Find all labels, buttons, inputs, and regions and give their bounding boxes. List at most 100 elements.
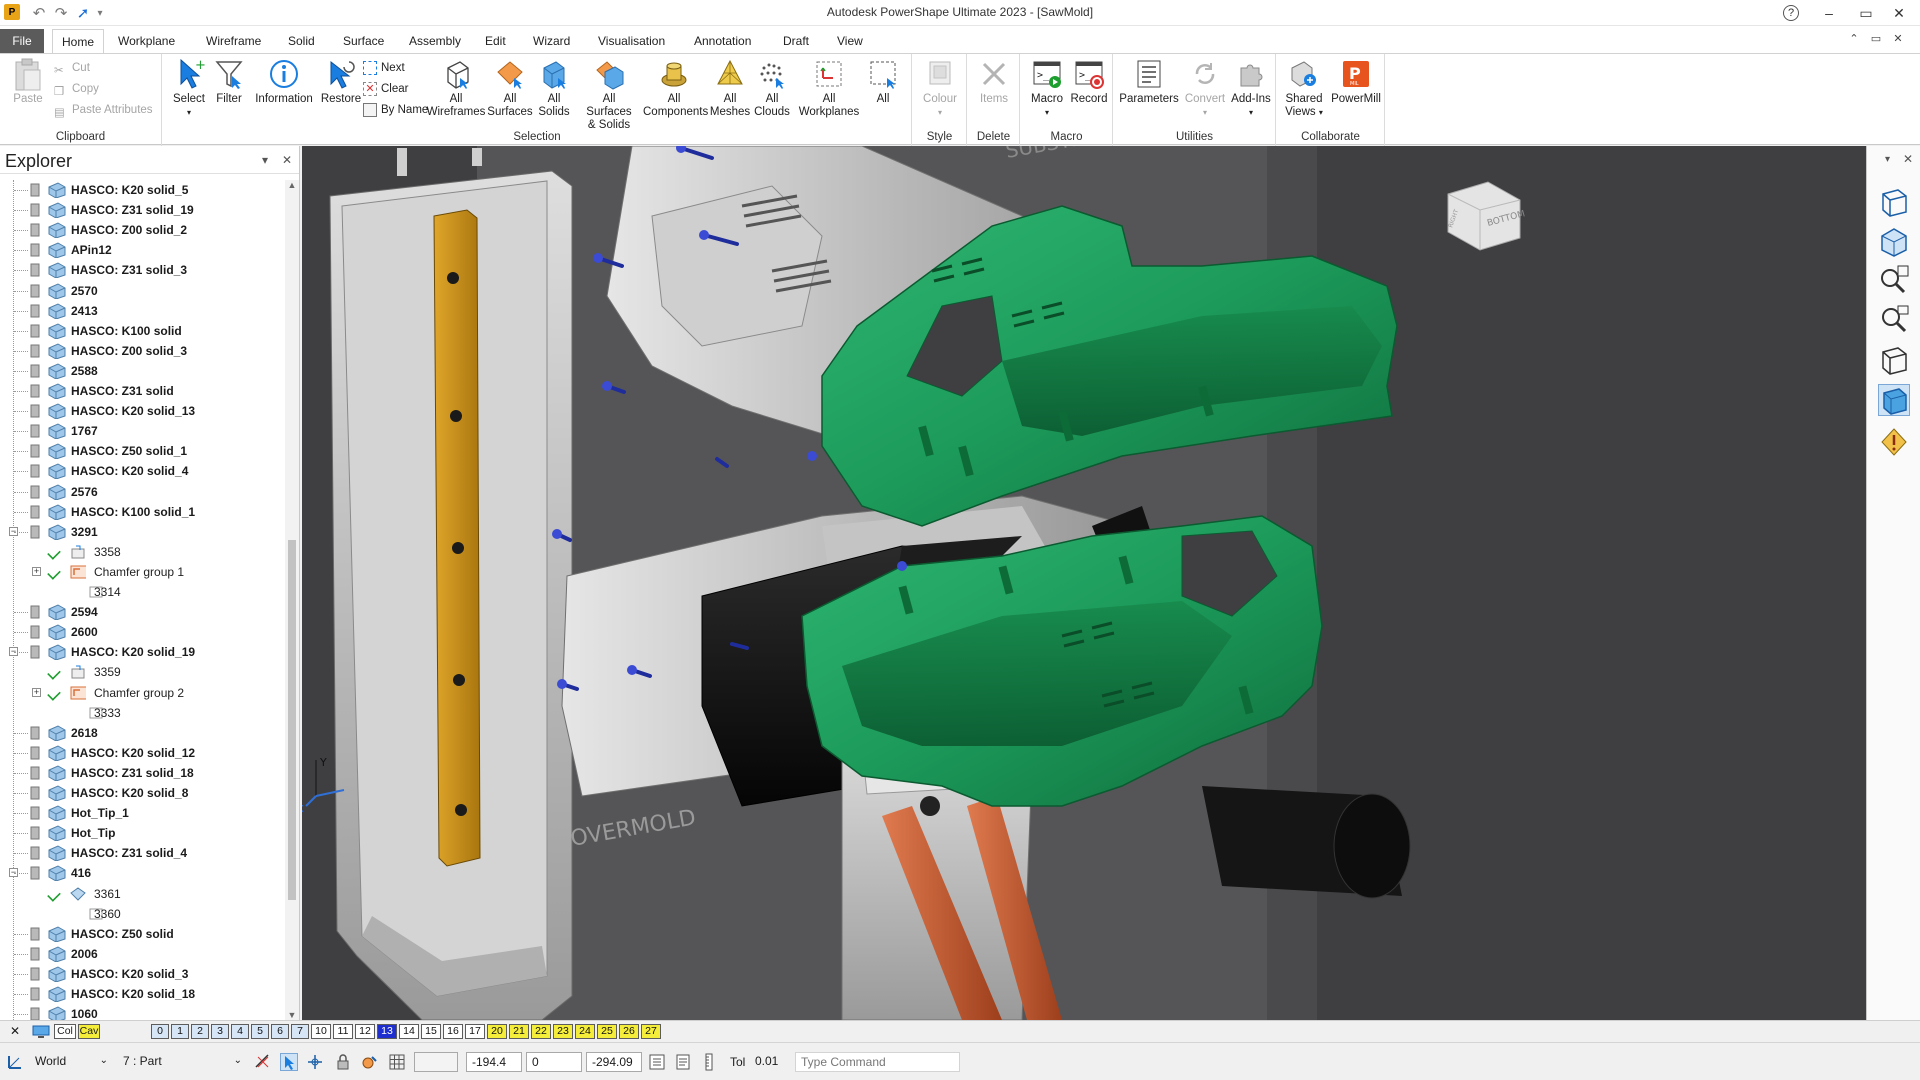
all-surfaces-solids-button[interactable]: All Surfaces & Solids bbox=[579, 58, 639, 132]
tree-row[interactable]: 3333 bbox=[0, 703, 284, 723]
tree-row[interactable]: 3360 bbox=[0, 904, 284, 924]
scroll-down-icon[interactable]: ▼ bbox=[285, 1010, 299, 1020]
level-button[interactable]: 12 bbox=[355, 1024, 375, 1039]
minimize-button[interactable]: – bbox=[1808, 0, 1850, 26]
command-input[interactable]: Type Command bbox=[795, 1052, 960, 1072]
tree-row[interactable]: 1767 bbox=[0, 421, 284, 441]
tree-row[interactable]: −3291 bbox=[0, 522, 284, 542]
position-form-icon[interactable] bbox=[674, 1053, 692, 1071]
tree-row[interactable]: HASCO: K20 solid_5 bbox=[0, 180, 284, 200]
level-button[interactable]: 14 bbox=[399, 1024, 419, 1039]
next-button[interactable]: Next bbox=[363, 58, 405, 78]
model-scene[interactable]: SUBSTRATE bbox=[302, 146, 1866, 1020]
tab-draft[interactable]: Draft bbox=[774, 29, 818, 53]
wireframe-view-icon[interactable] bbox=[1878, 344, 1910, 376]
lock-icon[interactable] bbox=[334, 1053, 352, 1071]
level-button[interactable]: 21 bbox=[509, 1024, 529, 1039]
tree-row[interactable]: HASCO: Z31 solid_19 bbox=[0, 200, 284, 220]
zoom-icon[interactable] bbox=[1878, 304, 1910, 336]
draft-analysis-icon[interactable] bbox=[1878, 426, 1910, 458]
scrollbar-thumb[interactable] bbox=[288, 540, 296, 900]
tree-row[interactable]: + Chamfer group 2 bbox=[0, 683, 284, 703]
information-button[interactable]: Information bbox=[249, 58, 319, 106]
shared-views-button[interactable]: Shared Views ▾ bbox=[1281, 58, 1327, 119]
level-button[interactable]: 4 bbox=[231, 1024, 249, 1039]
app-icon[interactable]: P bbox=[4, 4, 20, 20]
level-button[interactable]: 17 bbox=[465, 1024, 485, 1039]
grid-icon[interactable] bbox=[388, 1053, 406, 1071]
tree-row[interactable]: Hot_Tip bbox=[0, 823, 284, 843]
shaded-view-icon[interactable] bbox=[1878, 226, 1910, 258]
tree-row[interactable]: 2618 bbox=[0, 723, 284, 743]
tree-row[interactable]: 2570 bbox=[0, 281, 284, 301]
select-button[interactable]: + Select ▾ bbox=[167, 58, 211, 119]
level-button[interactable]: 16 bbox=[443, 1024, 463, 1039]
tree-row[interactable]: HASCO: K20 solid_18 bbox=[0, 984, 284, 1004]
level-col-button[interactable]: Col bbox=[54, 1024, 76, 1039]
tree-row[interactable]: APin12 bbox=[0, 240, 284, 260]
collapse-ribbon-icon[interactable]: ⌃ bbox=[1846, 32, 1862, 45]
coordinate-calculator-icon[interactable] bbox=[648, 1053, 666, 1071]
z-coordinate-input[interactable]: -294.09 bbox=[586, 1052, 642, 1072]
tab-view[interactable]: View bbox=[828, 29, 872, 53]
level-button[interactable]: 3 bbox=[211, 1024, 229, 1039]
level-button[interactable]: 20 bbox=[487, 1024, 507, 1039]
filter-button[interactable]: Filter bbox=[211, 58, 247, 106]
tree-row[interactable]: HASCO: Z50 solid_1 bbox=[0, 441, 284, 461]
level-button[interactable]: 0 bbox=[151, 1024, 169, 1039]
shaded-edges-view-icon[interactable] bbox=[1878, 384, 1910, 416]
clear-button[interactable]: ✕ Clear bbox=[363, 79, 408, 99]
tree-row[interactable]: 1060 bbox=[0, 1004, 284, 1020]
level-button[interactable]: 27 bbox=[641, 1024, 661, 1039]
all-solids-button[interactable]: All Solids bbox=[533, 58, 575, 119]
convert-button[interactable]: Convert ▾ bbox=[1182, 58, 1228, 119]
ribbon-close-icon[interactable]: ✕ bbox=[1890, 32, 1906, 45]
tab-workplane[interactable]: Workplane bbox=[109, 29, 184, 53]
qat-dropdown-icon[interactable]: ▾ bbox=[94, 3, 106, 23]
tab-wizard[interactable]: Wizard bbox=[524, 29, 579, 53]
tab-assembly[interactable]: Assembly bbox=[400, 29, 470, 53]
level-button[interactable]: 26 bbox=[619, 1024, 639, 1039]
undo-icon[interactable]: ↶ bbox=[30, 3, 48, 23]
coordinate-mode-field[interactable] bbox=[414, 1052, 458, 1072]
snap-settings-icon[interactable] bbox=[254, 1053, 272, 1071]
paste-attributes-button[interactable]: ▤ Paste Attributes bbox=[54, 100, 153, 120]
tree-row[interactable]: − HASCO: K20 solid_19 bbox=[0, 642, 284, 662]
tree-row[interactable]: + Chamfer group 1 bbox=[0, 562, 284, 582]
tree-row[interactable]: HASCO: Z31 solid bbox=[0, 381, 284, 401]
tree-row[interactable]: HASCO: Z00 solid_3 bbox=[0, 341, 284, 361]
paste-button[interactable]: Paste bbox=[8, 58, 48, 106]
level-button[interactable]: 11 bbox=[333, 1024, 353, 1039]
active-level-select[interactable]: 7 : Part ⌄ bbox=[118, 1052, 246, 1072]
measure-icon[interactable] bbox=[700, 1053, 718, 1071]
tree-row[interactable]: HASCO: K20 solid_12 bbox=[0, 743, 284, 763]
tree-row[interactable]: HASCO: Z50 solid bbox=[0, 924, 284, 944]
redo-icon[interactable]: ↷ bbox=[52, 3, 70, 23]
level-button[interactable]: 7 bbox=[291, 1024, 309, 1039]
level-button[interactable]: 2 bbox=[191, 1024, 209, 1039]
tree-row[interactable]: HASCO: K100 solid bbox=[0, 321, 284, 341]
tab-edit[interactable]: Edit bbox=[476, 29, 515, 53]
level-bar-close-icon[interactable]: ✕ bbox=[10, 1024, 20, 1038]
copy-button[interactable]: ❐ Copy bbox=[54, 79, 99, 99]
all-meshes-button[interactable]: All Meshes bbox=[709, 58, 751, 119]
tree-row[interactable]: 2594 bbox=[0, 602, 284, 622]
ribbon-restore-icon[interactable]: ▭ bbox=[1868, 32, 1884, 45]
workplane-select[interactable]: World ⌄ bbox=[30, 1052, 112, 1072]
tree-row[interactable]: HASCO: K100 solid_1 bbox=[0, 502, 284, 522]
explorer-options-icon[interactable]: ▾ bbox=[262, 153, 268, 167]
tab-solid[interactable]: Solid bbox=[279, 29, 324, 53]
explorer-close-icon[interactable]: ✕ bbox=[282, 153, 292, 167]
level-button[interactable]: 1 bbox=[171, 1024, 189, 1039]
help-button[interactable]: ? bbox=[1770, 0, 1812, 26]
smart-cursor-icon[interactable] bbox=[280, 1053, 298, 1071]
tree-row[interactable]: 3361 bbox=[0, 884, 284, 904]
powermill-button[interactable]: P MIL PowerMill bbox=[1329, 58, 1383, 106]
select-all-button[interactable]: All bbox=[863, 58, 903, 106]
level-cav-button[interactable]: Cav bbox=[78, 1024, 100, 1039]
tree-row[interactable]: 2413 bbox=[0, 301, 284, 321]
view-toolbar-options-icon[interactable]: ▾ bbox=[1885, 154, 1890, 165]
level-button[interactable]: 15 bbox=[421, 1024, 441, 1039]
add-ins-button[interactable]: Add-Ins ▾ bbox=[1228, 58, 1274, 119]
macro-button[interactable]: >_ Macro ▾ bbox=[1027, 58, 1067, 119]
